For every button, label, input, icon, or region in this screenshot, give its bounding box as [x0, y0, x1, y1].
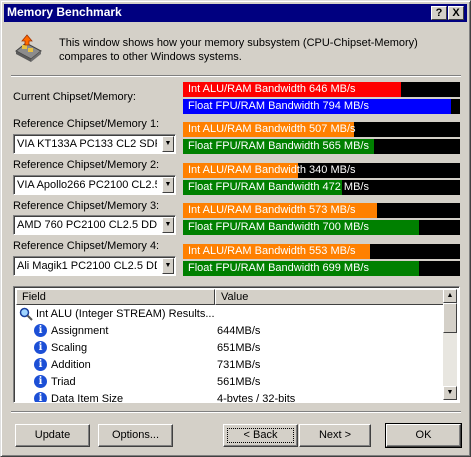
reference-1-select-value: VIA KT133A PC133 CL2 SDRAM	[17, 138, 157, 150]
info-icon: i	[34, 341, 47, 354]
reference-1-int-bar-label: Int ALU/RAM Bandwidth 507 MB/s	[188, 123, 356, 135]
chevron-down-icon[interactable]: ▼	[162, 217, 174, 233]
window-title: Memory Benchmark	[7, 5, 122, 19]
next-button[interactable]: Next >	[299, 424, 371, 447]
list-item-value: 4-bytes / 32-bits	[217, 393, 296, 403]
reference-4-float-bar: Float FPU/RAM Bandwidth 699 MB/s	[183, 261, 460, 276]
list-item[interactable]: i Addition 731MB/s	[16, 357, 446, 374]
memory-chip-icon	[15, 34, 42, 62]
reference-3-float-bar: Float FPU/RAM Bandwidth 700 MB/s	[183, 220, 460, 235]
reference-4-float-bar-label: Float FPU/RAM Bandwidth 699 MB/s	[188, 262, 369, 274]
header-description: This window shows how your memory subsys…	[59, 37, 418, 63]
list-item[interactable]: i Assignment 644MB/s	[16, 323, 446, 340]
focus-rect	[227, 428, 294, 443]
memory-benchmark-window: Memory Benchmark ? X This window shows h…	[0, 0, 471, 457]
list-item-field: Triad	[51, 376, 76, 388]
info-icon: i	[34, 358, 47, 371]
current-chipset-label: Current Chipset/Memory:	[13, 91, 136, 103]
reference-3-label: Reference Chipset/Memory 3:	[13, 200, 160, 212]
current-float-bar: Float FPU/RAM Bandwidth 794 MB/s	[183, 99, 460, 114]
reference-3-int-bar: Int ALU/RAM Bandwidth 573 MB/s	[183, 203, 460, 218]
reference-2-int-bar: Int ALU/RAM Bandwidth 340 MB/s	[183, 163, 460, 178]
list-item-field: Int ALU (Integer STREAM) Results...	[36, 308, 215, 320]
list-item-field: Assignment	[51, 325, 109, 337]
reference-4-select[interactable]: Ali Magik1 PC2100 CL2.5 DDR SDRAM ▼	[13, 256, 176, 276]
reference-4-label: Reference Chipset/Memory 4:	[13, 240, 160, 252]
ok-button[interactable]: OK	[385, 423, 462, 448]
current-float-bar-label: Float FPU/RAM Bandwidth 794 MB/s	[188, 100, 369, 112]
list-item-field: Addition	[51, 359, 91, 371]
list-item-field: Data Item Size	[51, 393, 124, 403]
magnifier-icon	[19, 307, 33, 321]
reference-1-int-bar: Int ALU/RAM Bandwidth 507 MB/s	[183, 122, 460, 137]
reference-2-select-value: VIA Apollo266 PC2100 CL2.5 DDR	[17, 179, 157, 191]
update-button[interactable]: Update	[15, 424, 90, 447]
reference-1-label: Reference Chipset/Memory 1:	[13, 118, 160, 130]
list-item[interactable]: i Scaling 651MB/s	[16, 340, 446, 357]
info-icon: i	[34, 375, 47, 388]
help-button[interactable]: ?	[431, 6, 447, 20]
reference-2-select[interactable]: VIA Apollo266 PC2100 CL2.5 DDR ▼	[13, 175, 176, 195]
title-bar: Memory Benchmark ? X	[4, 4, 467, 22]
current-int-bar: Int ALU/RAM Bandwidth 646 MB/s	[183, 82, 460, 97]
scrollbar-thumb[interactable]	[443, 303, 457, 333]
column-header-field[interactable]: Field	[16, 289, 215, 305]
reference-4-int-bar: Int ALU/RAM Bandwidth 553 MB/s	[183, 244, 460, 259]
list-item-value: 651MB/s	[217, 342, 261, 354]
chevron-down-icon[interactable]: ▼	[162, 136, 174, 152]
current-int-bar-label: Int ALU/RAM Bandwidth 646 MB/s	[188, 83, 356, 95]
reference-3-int-bar-label: Int ALU/RAM Bandwidth 573 MB/s	[188, 204, 356, 216]
reference-2-float-bar-label: Float FPU/RAM Bandwidth 472 MB/s	[188, 181, 369, 193]
reference-2-label: Reference Chipset/Memory 2:	[13, 159, 160, 171]
list-item-value: 731MB/s	[217, 359, 261, 371]
column-header-value[interactable]: Value	[215, 289, 444, 305]
close-button[interactable]: X	[448, 6, 464, 20]
list-item[interactable]: Int ALU (Integer STREAM) Results...	[16, 306, 446, 323]
reference-4-int-bar-label: Int ALU/RAM Bandwidth 553 MB/s	[188, 245, 356, 257]
reference-3-select[interactable]: AMD 760 PC2100 CL2.5 DDR SDRAM ▼	[13, 215, 176, 235]
scroll-up-arrow-icon[interactable]: ▲	[443, 289, 457, 303]
reference-1-float-bar-label: Float FPU/RAM Bandwidth 565 MB/s	[188, 140, 369, 152]
list-item-field: Scaling	[51, 342, 88, 354]
reference-3-select-value: AMD 760 PC2100 CL2.5 DDR SDRAM	[17, 219, 157, 231]
options-button[interactable]: Options...	[98, 424, 173, 447]
bottom-separator	[11, 411, 461, 413]
list-item-value: 644MB/s	[217, 325, 261, 337]
list-item[interactable]: i Data Item Size 4-bytes / 32-bits	[16, 391, 446, 403]
back-button[interactable]: < Back	[223, 424, 298, 447]
list-item[interactable]: i Triad 561MB/s	[16, 374, 446, 391]
vertical-scrollbar[interactable]: ▲ ▼	[443, 289, 457, 400]
reference-3-float-bar-label: Float FPU/RAM Bandwidth 700 MB/s	[188, 221, 369, 233]
chevron-down-icon[interactable]: ▼	[162, 258, 174, 274]
reference-1-float-bar: Float FPU/RAM Bandwidth 565 MB/s	[183, 139, 460, 154]
results-list[interactable]: Field Value Int ALU (Integer STREAM) Res…	[13, 286, 460, 403]
reference-2-float-bar: Float FPU/RAM Bandwidth 472 MB/s	[183, 180, 460, 195]
scroll-down-arrow-icon[interactable]: ▼	[443, 386, 457, 400]
reference-1-select[interactable]: VIA KT133A PC133 CL2 SDRAM ▼	[13, 134, 176, 154]
top-separator	[11, 75, 461, 77]
reference-2-int-bar-label: Int ALU/RAM Bandwidth 340 MB/s	[188, 164, 356, 176]
list-item-value: 561MB/s	[217, 376, 261, 388]
info-icon: i	[34, 392, 47, 402]
info-icon: i	[34, 324, 47, 337]
chevron-down-icon[interactable]: ▼	[162, 177, 174, 193]
reference-4-select-value: Ali Magik1 PC2100 CL2.5 DDR SDRAM	[17, 260, 157, 272]
